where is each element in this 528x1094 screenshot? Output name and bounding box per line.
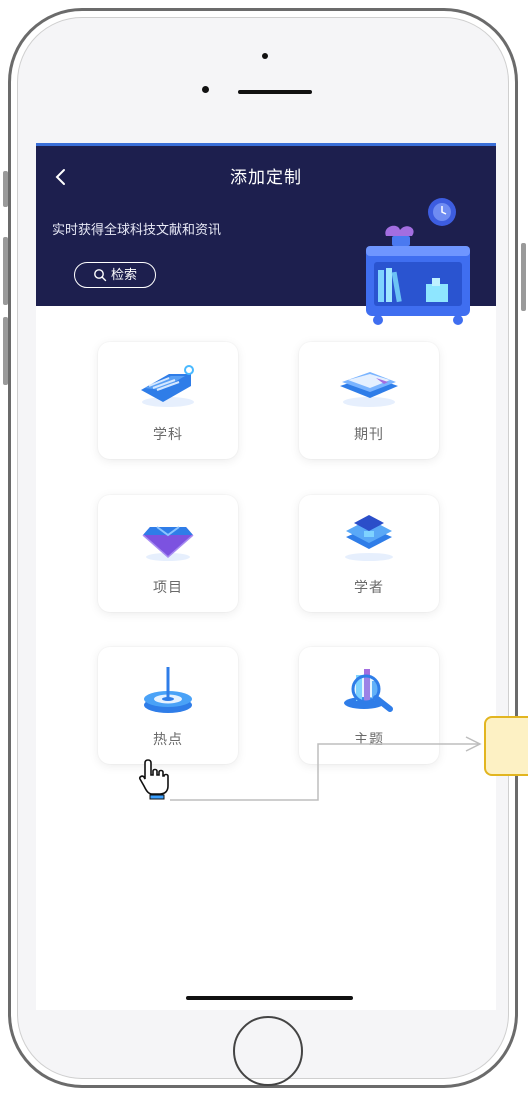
- magnifier-chart-icon: [344, 669, 393, 712]
- page-subtitle: 实时获得全球科技文献和资讯: [52, 223, 222, 238]
- header-banner: 添加定制 实时获得全球科技文献和资讯 检索: [36, 143, 496, 325]
- volume-button: [3, 317, 8, 385]
- search-icon: [94, 269, 107, 282]
- home-indicator: [186, 996, 353, 1000]
- search-button[interactable]: 检索: [74, 262, 156, 288]
- card-topic[interactable]: 主题: [299, 647, 439, 764]
- card-hotspot[interactable]: 热点: [98, 647, 238, 764]
- power-button: [521, 243, 526, 311]
- volume-button: [3, 237, 8, 305]
- sensor-dot: [202, 86, 209, 93]
- card-label: 项目: [153, 580, 183, 596]
- home-button[interactable]: [233, 1016, 303, 1086]
- diamond-icon: [142, 526, 194, 561]
- card-subject[interactable]: 学科: [98, 342, 238, 459]
- graduation-cap-icon: [345, 515, 393, 561]
- target-icon: [144, 667, 192, 713]
- card-label: 主题: [354, 732, 384, 748]
- card-label: 学科: [153, 427, 183, 443]
- card-journal[interactable]: 期刊: [299, 342, 439, 459]
- app-screen: 添加定制 实时获得全球科技文献和资讯 检索 学科 期刊 项目 学者 热点 主题: [36, 143, 496, 1010]
- tag-icon: [141, 365, 194, 407]
- hand-pointer-icon: [139, 759, 169, 800]
- page-title: 添加定制: [230, 168, 302, 188]
- speaker-grille: [238, 90, 312, 94]
- tutorial-callout-box: [484, 716, 528, 776]
- volume-button: [3, 171, 8, 207]
- card-label: 热点: [153, 732, 183, 748]
- card-scholar[interactable]: 学者: [299, 495, 439, 612]
- bookshelf-illustration: [366, 198, 470, 325]
- book-icon: [340, 372, 398, 407]
- camera-dot: [262, 53, 268, 59]
- card-label: 学者: [354, 580, 384, 596]
- search-label: 检索: [110, 267, 137, 283]
- card-project[interactable]: 项目: [98, 495, 238, 612]
- card-label: 期刊: [354, 427, 384, 443]
